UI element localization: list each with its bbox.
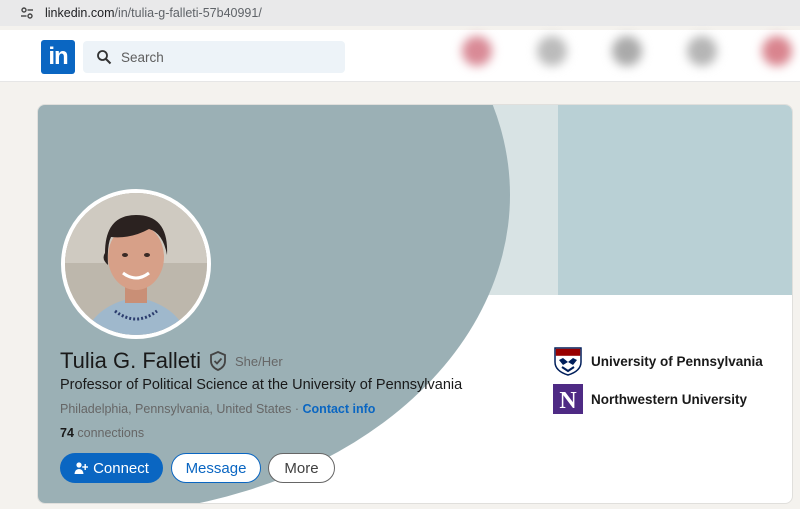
message-label: Message	[185, 459, 247, 477]
profile-headline: Professor of Political Science at the Un…	[60, 377, 463, 393]
top-nav: in	[0, 30, 800, 82]
search-input[interactable]	[121, 49, 321, 65]
connect-button[interactable]: Connect	[60, 453, 163, 483]
northwestern-logo-letter: N	[559, 388, 577, 414]
site-settings-icon[interactable]	[18, 4, 36, 22]
nav-item-blurred[interactable]	[537, 36, 567, 66]
education-name: Northwestern University	[591, 391, 748, 407]
connections-number: 74	[60, 426, 74, 440]
education-item-penn[interactable]: University of Pennsylvania	[553, 346, 763, 376]
more-button[interactable]: More	[268, 453, 335, 483]
linkedin-logo[interactable]: in	[41, 40, 75, 74]
pronouns: She/Her	[235, 353, 283, 369]
location-text: Philadelphia, Pennsylvania, United State…	[60, 402, 292, 416]
nav-item-blurred[interactable]	[462, 36, 492, 66]
profile-photo[interactable]	[61, 189, 211, 339]
search-icon	[97, 50, 112, 65]
url-path: /in/tulia-g-falleti-57b40991/	[114, 6, 262, 20]
profile-card: Tulia G. Falleti She/Her Professor of Po…	[37, 104, 793, 504]
connect-label: Connect	[93, 459, 149, 477]
contact-info-link[interactable]: Contact info	[303, 402, 376, 416]
profile-name: Tulia G. Falleti She/Her	[60, 348, 283, 374]
penn-shield-icon	[554, 347, 582, 376]
connections-count[interactable]: 74 connections	[60, 426, 144, 440]
avatar-illustration	[65, 193, 207, 335]
profile-name-text: Tulia G. Falleti	[60, 348, 202, 373]
profile-location: Philadelphia, Pennsylvania, United State…	[60, 402, 375, 416]
verified-shield-icon[interactable]	[209, 351, 227, 371]
northwestern-n-icon: N	[553, 384, 583, 414]
nav-icons-blurred	[462, 30, 792, 82]
search-box[interactable]	[83, 41, 345, 73]
location-separator: ·	[291, 402, 303, 416]
nav-item-blurred[interactable]	[762, 36, 792, 66]
nav-item-blurred[interactable]	[612, 36, 642, 66]
education-name: University of Pennsylvania	[591, 353, 763, 369]
more-label: More	[284, 459, 319, 477]
connections-label: connections	[73, 426, 145, 440]
nav-item-blurred[interactable]	[687, 36, 717, 66]
education-item-northwestern[interactable]: N Northwestern University	[553, 384, 747, 414]
url-text[interactable]: linkedin.com/in/tulia-g-falleti-57b40991…	[45, 6, 262, 20]
browser-url-bar[interactable]: linkedin.com/in/tulia-g-falleti-57b40991…	[0, 0, 800, 26]
url-host: linkedin.com	[45, 6, 115, 20]
add-person-icon	[74, 462, 89, 474]
message-button[interactable]: Message	[171, 453, 261, 483]
